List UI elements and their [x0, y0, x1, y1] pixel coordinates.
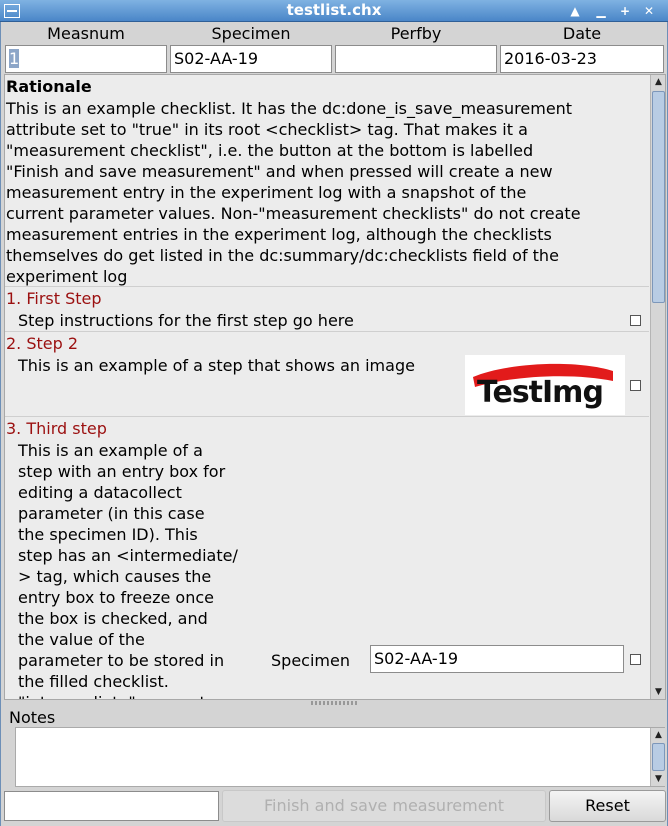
step-3-line: > tag, which causes the: [18, 567, 212, 586]
rationale-line: measurement entries in the experiment lo…: [6, 225, 552, 244]
notes-textarea[interactable]: [15, 727, 665, 787]
reset-button[interactable]: Reset: [549, 790, 666, 822]
notes-scroll-up-icon[interactable]: ▲: [652, 728, 665, 742]
specimen-param-field[interactable]: S02-AA-19: [370, 645, 624, 673]
step-3-text: This is an example of a step with an ent…: [18, 440, 268, 699]
finish-save-button[interactable]: Finish and save measurement: [222, 790, 546, 822]
minimize-icon[interactable]: ▁: [592, 3, 610, 19]
rationale-title: Rationale: [6, 77, 92, 96]
step-1-checkbox[interactable]: [630, 315, 641, 326]
scroll-down-icon[interactable]: ▼: [652, 685, 665, 699]
notes-scroll-down-icon[interactable]: ▼: [652, 772, 665, 786]
maximize-icon[interactable]: +: [616, 3, 634, 19]
rationale-line: current parameter values. Non-"measureme…: [6, 204, 581, 223]
step-3-line: entry box to freeze once: [18, 588, 214, 607]
bottom-entry-field[interactable]: [4, 791, 219, 821]
specimen-label: Specimen: [211, 24, 291, 43]
specimen-field[interactable]: S02-AA-19: [170, 45, 332, 73]
date-label: Date: [562, 24, 602, 43]
step-3-line: parameter (in this case: [18, 504, 205, 523]
rationale-line: "measurement checklist", i.e. the button…: [6, 141, 534, 160]
rationale-line: "Finish and save measurement" and when p…: [6, 162, 553, 181]
step-2-title: 2. Step 2: [6, 334, 79, 353]
notes-scrollbar-thumb[interactable]: [652, 743, 665, 771]
step-3: 3. Third step This is an example of a st…: [5, 418, 649, 699]
notes-label: Notes: [9, 708, 56, 727]
rationale-line: This is an example checklist. It has the…: [6, 99, 573, 118]
step-3-line: "intermediate" means to: [18, 692, 268, 699]
step-3-line: the filled checklist.: [18, 672, 169, 691]
notes-scrollbar[interactable]: ▲ ▼: [650, 728, 665, 786]
date-field[interactable]: 2016-03-23: [500, 45, 664, 73]
specimen-param-label: Specimen: [271, 651, 350, 670]
checklist-scrollbar[interactable]: ▲ ▼: [650, 75, 665, 699]
step-1-text: Step instructions for the first step go …: [18, 311, 354, 330]
step-2-text: This is an example of a step that shows …: [18, 356, 415, 375]
close-icon[interactable]: ✕: [640, 3, 658, 19]
step-2-image: TestImg: [465, 355, 625, 415]
step-3-checkbox[interactable]: [630, 654, 641, 665]
rationale-line: measurement entry in the experiment log …: [6, 183, 527, 202]
measnum-value: 1: [9, 49, 20, 68]
step-2: 2. Step 2 This is an example of a step t…: [5, 333, 649, 417]
step-3-line: the box is checked, and: [18, 609, 208, 628]
test-image-label: TestImg: [477, 375, 604, 410]
step-3-line: parameter to be stored in: [18, 651, 225, 670]
rationale-line: themselves do get listed in the dc:summa…: [6, 246, 559, 265]
checklist-scroll-area[interactable]: Rationale This is an example checklist. …: [4, 74, 666, 700]
step-3-line: step with an entry box for: [18, 462, 226, 481]
step-3-title: 3. Third step: [6, 419, 107, 438]
title-bar: testlist.chx ▲ ▁ + ✕: [0, 0, 668, 22]
perfby-field[interactable]: [335, 45, 497, 73]
shade-icon[interactable]: ▲: [566, 3, 584, 19]
step-3-line: This is an example of a: [18, 441, 203, 460]
step-3-line: the value of the: [18, 630, 145, 649]
step-3-line: step has an <intermediate/: [18, 546, 238, 565]
measnum-field[interactable]: 1: [5, 45, 167, 73]
scroll-up-icon[interactable]: ▲: [652, 75, 665, 89]
rationale-text: This is an example checklist. It has the…: [6, 98, 646, 287]
rationale-line: experiment log: [6, 267, 128, 286]
step-1-title: 1. First Step: [6, 289, 102, 308]
rationale-section: Rationale This is an example checklist. …: [5, 75, 649, 287]
step-3-line: the specimen ID). This: [18, 525, 198, 544]
rationale-line: attribute set to "true" in its root <che…: [6, 120, 528, 139]
step-1: 1. First Step Step instructions for the …: [5, 288, 649, 332]
step-2-checkbox[interactable]: [630, 380, 641, 391]
pane-splitter[interactable]: [311, 701, 357, 705]
scrollbar-thumb[interactable]: [652, 91, 665, 303]
measnum-label: Measnum: [47, 24, 125, 43]
perfby-label: Perfby: [390, 24, 442, 43]
checklist-window: Measnum Specimen Perfby Date 1 S02-AA-19…: [0, 22, 668, 826]
step-3-line: editing a datacollect: [18, 483, 182, 502]
